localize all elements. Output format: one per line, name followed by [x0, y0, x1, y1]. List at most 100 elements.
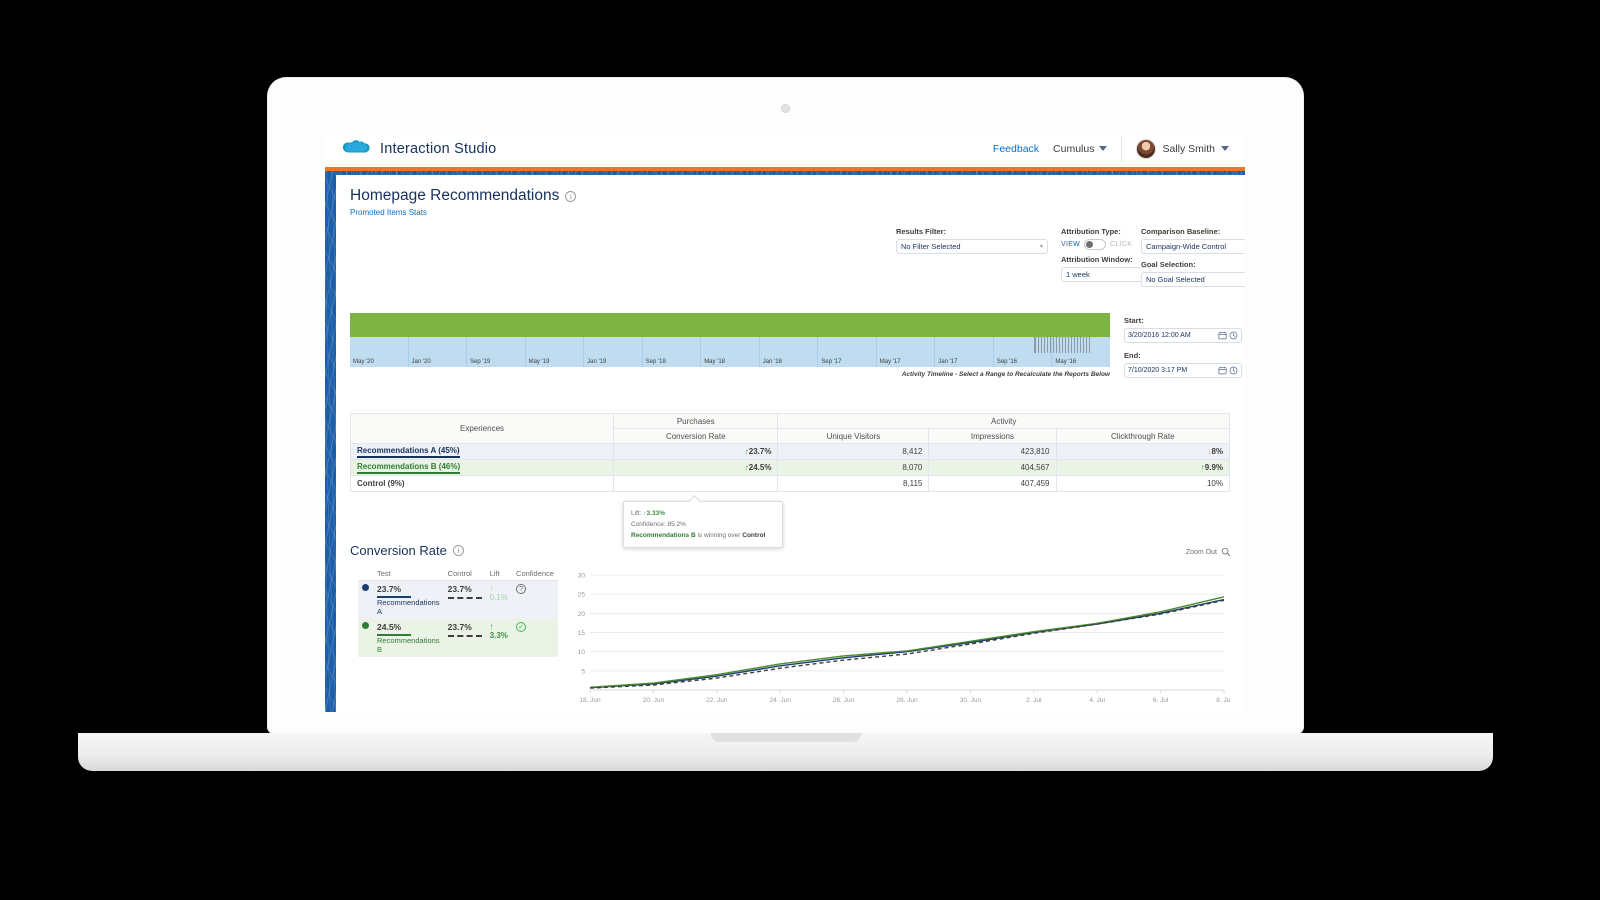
- info-icon[interactable]: i: [452, 545, 464, 556]
- attribution-type-toggle[interactable]: VIEW CLICK: [1061, 239, 1151, 250]
- legend-experience-name[interactable]: Recommendations A: [377, 598, 440, 616]
- app-title: Interaction Studio: [380, 140, 497, 157]
- legend-row[interactable]: 23.7% Recommendations A 23.7% ↑ 0.1%?: [358, 580, 558, 620]
- legend-confidence-cell: ✓: [512, 619, 558, 657]
- col-conversion-rate[interactable]: Conversion Rate: [613, 428, 779, 444]
- check-circle-icon[interactable]: ✓: [516, 622, 527, 632]
- cell-impressions-value: 407,459: [1020, 479, 1050, 488]
- results-filter-select[interactable]: No Filter Selected ▾: [896, 239, 1048, 254]
- y-axis-tick-label: 10: [578, 649, 586, 656]
- col-activity[interactable]: Activity: [777, 413, 1230, 429]
- activity-timeline[interactable]: May '20 Jan '20 Sep '19 May '19 Jan '19 Sep '…: [350, 313, 1110, 367]
- legend-row[interactable]: 24.5% Recommendations B 23.7% ↑ 3.3% ✓: [358, 619, 558, 657]
- attribution-window-label: Attribution Window:: [1061, 255, 1133, 264]
- col-unique-visitors[interactable]: Unique Visitors: [777, 428, 930, 444]
- zoom-out-button[interactable]: Zoom Out: [1186, 547, 1231, 557]
- col-impressions[interactable]: Impressions: [928, 428, 1057, 444]
- table-body: Recommendations A (45%) ↑23.7% 8,412 423,81…: [349, 443, 1230, 492]
- timeline-tick: Sep '19: [466, 337, 525, 367]
- legend-experience-name[interactable]: Recommendations B: [377, 636, 440, 654]
- legend-col-lift: Lift: [485, 567, 513, 581]
- conversion-rate-header: Conversion Rate i: [350, 543, 464, 558]
- date-range-controls: Start: 3/20/2016 12:00 AM End: 7/10/2020…: [1124, 316, 1242, 386]
- x-axis-tick-label: 6. Jul: [1153, 697, 1169, 704]
- series-line: [589, 596, 1225, 688]
- start-date-field[interactable]: 3/20/2016 12:00 AM: [1124, 328, 1242, 343]
- col-clickthrough-rate[interactable]: Clickthrough Rate: [1055, 428, 1230, 444]
- legend-col-test: Test: [373, 567, 444, 581]
- laptop-shadow: [60, 771, 1510, 787]
- up-arrow-icon: ↑: [489, 584, 494, 593]
- timeline-tick: Jan '18: [758, 337, 818, 367]
- x-axis-tick-label: 24. Jun: [770, 697, 792, 704]
- legend-control-value: 23.7%: [447, 622, 472, 632]
- experience-name[interactable]: Recommendations B (46%): [357, 462, 461, 474]
- app-screen: Interaction Studio Feedback Cumulus Sall…: [325, 130, 1245, 712]
- x-axis-tick-label: 2. Jul: [1026, 697, 1042, 704]
- promoted-items-stats-link[interactable]: Promoted Items Stats: [350, 208, 1245, 217]
- user-menu[interactable]: Sally Smith: [1136, 138, 1233, 159]
- experience-name[interactable]: Recommendations A (45%): [357, 446, 460, 458]
- cell-conversion-rate-value: 23.7%: [748, 447, 772, 456]
- cell-impressions: 404,567: [928, 459, 1057, 476]
- legend-test-cell: 23.7% Recommendations A: [373, 581, 444, 620]
- attribution-window-select[interactable]: 1 week ▾: [1061, 267, 1151, 282]
- start-label: Start:: [1124, 316, 1144, 325]
- info-icon[interactable]: i: [565, 190, 577, 202]
- col-purchases[interactable]: Purchases: [613, 413, 779, 429]
- x-axis-tick-label: 18. Jun: [579, 697, 601, 704]
- cell-clickthrough-rate: ↑9.9%: [1055, 459, 1230, 476]
- clock-icon[interactable]: [1229, 366, 1238, 375]
- timeline-tick-label: Sep '16: [996, 359, 1018, 365]
- legend-test-cell: 24.5% Recommendations B: [373, 619, 444, 657]
- timeline-activity-bars: [1034, 337, 1092, 353]
- legend-control-cell: 23.7%: [444, 581, 486, 620]
- conversion-rate-chart[interactable]: 5 10 15 20 25 30 18. Jun 20. Jun 22. Jun 24. Jun 2…: [564, 567, 1233, 712]
- goal-selection-select[interactable]: No Goal Selected ▾: [1141, 272, 1245, 287]
- table-row[interactable]: Recommendations A (45%) ↑23.7% 8,412 423,81…: [349, 443, 1230, 460]
- legend-header-row: Test Control Lift Confidence: [358, 567, 558, 581]
- comparison-baseline-select[interactable]: Campaign-Wide Control ▾: [1141, 239, 1245, 254]
- tooltip-lift-label: Lift:: [631, 510, 642, 517]
- series-line: [589, 598, 1225, 689]
- timeline-tick-label: Jan '19: [587, 359, 607, 365]
- question-icon[interactable]: ?: [516, 584, 527, 594]
- cell-experience-name[interactable]: Recommendations B (46%): [349, 459, 615, 476]
- end-date-field[interactable]: 7/10/2020 3:17 PM: [1124, 363, 1242, 378]
- view-click-switch[interactable]: [1084, 239, 1107, 250]
- timeline-tick-label: Jan '20: [411, 359, 431, 365]
- chevron-down-icon: [1099, 146, 1108, 151]
- timeline-tick: Jan '17: [934, 337, 993, 367]
- col-experiences[interactable]: Experiences: [349, 413, 615, 444]
- series-color-dot: [362, 622, 369, 629]
- cell-impressions: 423,810: [928, 443, 1057, 460]
- magnifier-icon: [1221, 547, 1231, 557]
- timeline-tick: May '17: [875, 337, 935, 367]
- table-row[interactable]: Recommendations B (46%) ↑24.5% 8,070 404,56…: [349, 459, 1230, 476]
- salesforce-cloud-icon: [342, 139, 370, 153]
- experience-name[interactable]: Control (9%): [357, 479, 405, 488]
- legend-lift-cell: ↑ 3.3%: [486, 619, 512, 657]
- end-label: End:: [1124, 351, 1141, 360]
- timeline-tick-label: May '19: [528, 359, 550, 365]
- calendar-icon[interactable]: [1218, 331, 1227, 340]
- cell-experience-name[interactable]: Control (9%): [349, 475, 615, 492]
- calendar-icon[interactable]: [1218, 366, 1227, 375]
- y-axis-tick-label: 25: [578, 592, 586, 599]
- comparison-baseline-label: Comparison Baseline:: [1141, 227, 1221, 236]
- timeline-axis[interactable]: May '20 Jan '20 Sep '19 May '19 Jan '19 Sep '…: [350, 337, 1110, 367]
- x-axis-tick-label: 8. Jul: [1216, 697, 1230, 704]
- org-switcher[interactable]: Cumulus: [1053, 143, 1108, 155]
- results-filter-value: No Filter Selected: [901, 242, 961, 251]
- timeline-tick-label: Sep '18: [645, 359, 666, 365]
- feedback-link[interactable]: Feedback: [993, 143, 1039, 155]
- cell-experience-name[interactable]: Recommendations A (45%): [349, 443, 615, 460]
- experiences-table: Experiences Purchases Activity Conversio…: [349, 413, 1230, 492]
- up-arrow-icon: ↑: [489, 622, 494, 631]
- timeline-selection-band[interactable]: [350, 313, 1110, 337]
- x-axis-tick-label: 26. Jun: [833, 697, 855, 704]
- table-row[interactable]: Control (9%) 8,115 407,459 10%: [349, 475, 1230, 492]
- clock-icon[interactable]: [1229, 331, 1238, 340]
- tooltip-winner-row: Recommendations B is winning over Contro…: [631, 530, 775, 541]
- legend-dot-cell: [358, 619, 373, 657]
